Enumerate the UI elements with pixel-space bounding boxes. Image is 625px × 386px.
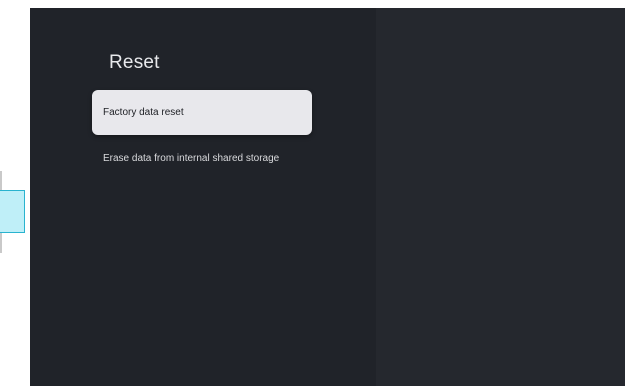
page: Reset Factory data reset Erase data from…	[0, 0, 625, 386]
edge-line	[0, 233, 2, 253]
tv-screen: Reset Factory data reset Erase data from…	[30, 8, 625, 386]
menu-item-label: Factory data reset	[103, 107, 184, 118]
detail-panel	[376, 8, 625, 386]
factory-data-reset-item[interactable]: Factory data reset	[92, 90, 312, 135]
edge-line	[0, 171, 2, 191]
settings-panel: Reset Factory data reset Erase data from…	[30, 8, 376, 386]
menu-item-label: Erase data from internal shared storage	[103, 153, 280, 164]
page-title: Reset	[109, 52, 160, 73]
erase-shared-storage-item[interactable]: Erase data from internal shared storage	[92, 136, 312, 181]
selection-frame-edge	[0, 190, 25, 233]
